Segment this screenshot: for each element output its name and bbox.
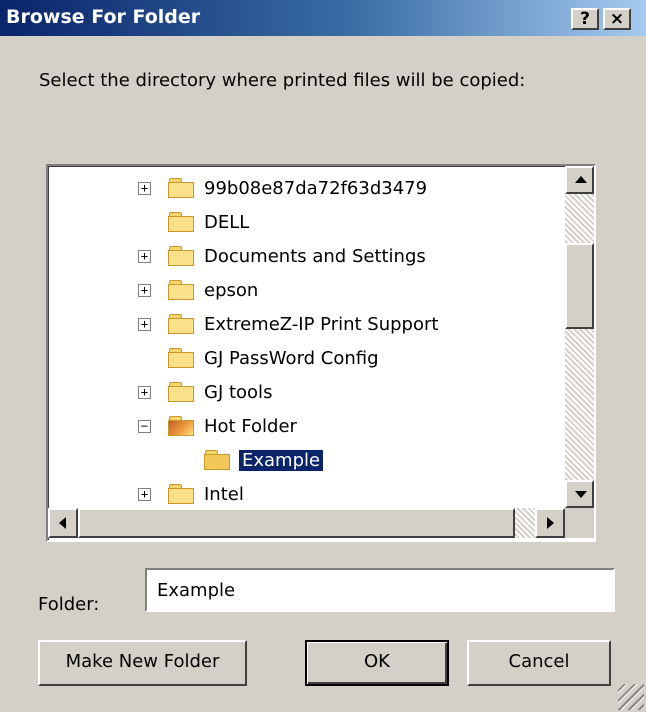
folder-icon (168, 346, 195, 368)
ok-button[interactable]: OK (305, 640, 449, 686)
close-button[interactable]: × (603, 8, 631, 30)
expand-icon[interactable]: + (138, 250, 151, 263)
window-title: Browse For Folder (6, 6, 201, 28)
hot-folder-icon (168, 414, 195, 436)
folder-tree[interactable]: + 99b08e87da72f63d3479 DELL + Documents … (46, 164, 596, 542)
folder-icon (168, 312, 195, 334)
scroll-up-button[interactable] (565, 166, 594, 194)
horizontal-scrollbar[interactable] (48, 508, 565, 538)
vertical-scroll-thumb[interactable] (565, 243, 594, 329)
resize-grip-icon[interactable] (618, 684, 644, 710)
folder-icon (168, 380, 195, 402)
horizontal-scroll-thumb[interactable] (78, 508, 515, 538)
folder-icon (168, 244, 195, 266)
tree-node-label: epson (204, 280, 259, 301)
scroll-left-button[interactable] (48, 508, 78, 538)
tree-node-label: Intel (204, 484, 244, 505)
expand-icon[interactable]: + (138, 284, 151, 297)
collapse-icon[interactable]: − (138, 420, 151, 433)
tree-node-label: Documents and Settings (204, 246, 426, 267)
arrow-left-icon (59, 517, 66, 529)
arrow-down-icon (575, 491, 587, 498)
instruction-text: Select the directory where printed files… (39, 70, 526, 91)
expand-icon[interactable]: + (138, 318, 151, 331)
folder-field-label: Folder: (38, 594, 100, 615)
tree-node-label: GJ tools (204, 382, 273, 403)
vertical-scrollbar[interactable] (565, 166, 594, 508)
expand-icon[interactable]: + (138, 182, 151, 195)
tree-node-label: Hot Folder (204, 416, 297, 437)
folder-icon (168, 482, 195, 504)
tree-node-label: Example (239, 450, 324, 471)
tree-node-label: DELL (204, 212, 250, 233)
scroll-down-button[interactable] (565, 480, 594, 508)
folder-name-input[interactable] (145, 568, 615, 612)
help-button[interactable]: ? (571, 8, 599, 30)
folder-icon (168, 210, 195, 232)
expand-icon[interactable]: + (138, 488, 151, 501)
tree-node-label: GJ PassWord Config (204, 348, 379, 369)
tree-node-label: 99b08e87da72f63d3479 (204, 178, 428, 199)
tree-node-label: ExtremeZ-IP Print Support (204, 314, 439, 335)
scrollbar-corner (565, 508, 594, 538)
title-bar[interactable]: Browse For Folder ? × (0, 0, 646, 36)
browse-for-folder-dialog: Browse For Folder ? × Select the directo… (0, 0, 646, 712)
arrow-right-icon (547, 517, 554, 529)
arrow-up-icon (575, 176, 587, 183)
folder-icon (168, 278, 195, 300)
make-new-folder-button[interactable]: Make New Folder (38, 640, 247, 686)
folder-icon (168, 176, 195, 198)
cancel-button[interactable]: Cancel (467, 640, 611, 686)
scroll-right-button[interactable] (535, 508, 565, 538)
expand-icon[interactable]: + (138, 386, 151, 399)
open-folder-icon (204, 448, 231, 470)
